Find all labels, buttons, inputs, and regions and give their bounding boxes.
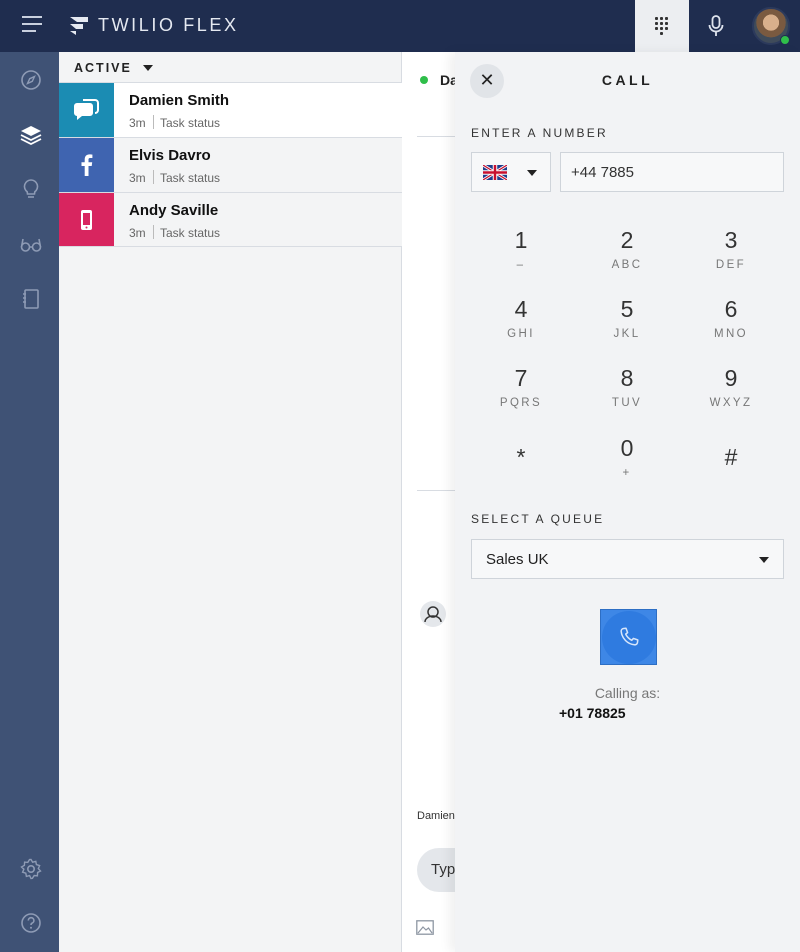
task-list-panel: ACTIVE Damien Smith 3m Task status Elvis… bbox=[59, 52, 402, 952]
divider bbox=[153, 225, 154, 239]
key-letters: + bbox=[622, 467, 632, 479]
image-attach-icon[interactable] bbox=[416, 920, 434, 935]
side-nav bbox=[0, 52, 59, 952]
call-button-circle bbox=[602, 611, 656, 664]
key-digit: 0 bbox=[620, 435, 634, 461]
key-digit: 7 bbox=[514, 365, 528, 391]
key-letters: DEF bbox=[715, 259, 747, 271]
user-icon bbox=[420, 601, 446, 627]
divider bbox=[59, 246, 402, 247]
dialpad-button[interactable] bbox=[635, 0, 689, 52]
help-icon[interactable] bbox=[20, 912, 42, 934]
phone-number-input[interactable] bbox=[560, 152, 784, 192]
country-code-select[interactable] bbox=[471, 152, 551, 192]
dialer-title: CALL bbox=[601, 72, 654, 88]
key-letters: WXYZ bbox=[709, 397, 753, 409]
dial-key-star[interactable]: * bbox=[481, 441, 561, 503]
settings-gear-icon[interactable] bbox=[20, 858, 42, 880]
message-author: Damien bbox=[417, 810, 455, 822]
key-digit: 4 bbox=[514, 296, 528, 322]
glasses-icon[interactable] bbox=[20, 233, 42, 255]
chat-channel-icon bbox=[59, 83, 114, 137]
dialer-panel: ✕ CALL ENTER A NUMBER 1 – 2 ABC 3 DEF bbox=[455, 52, 800, 952]
notebook-icon[interactable] bbox=[20, 288, 42, 310]
dial-key-3[interactable]: 3 DEF bbox=[691, 224, 771, 286]
dial-key-2[interactable]: 2 ABC bbox=[587, 224, 667, 286]
online-status-indicator bbox=[780, 35, 790, 45]
flex-app: TWILIO FLEX ACTIVE Damien Smith 3m Task … bbox=[0, 0, 800, 952]
mobile-sms-channel-icon bbox=[59, 193, 114, 247]
key-digit: * bbox=[516, 444, 526, 470]
dial-key-0[interactable]: 0 + bbox=[587, 432, 667, 494]
task-filter-label[interactable]: ACTIVE bbox=[74, 61, 132, 75]
lightbulb-icon[interactable] bbox=[20, 178, 42, 200]
brand-title: TWILIO FLEX bbox=[98, 15, 239, 35]
layers-icon[interactable] bbox=[20, 124, 42, 146]
key-letters: – bbox=[516, 259, 526, 271]
task-status: Task status bbox=[160, 171, 221, 185]
uk-flag-icon bbox=[483, 165, 507, 180]
top-bar: TWILIO FLEX bbox=[0, 0, 800, 52]
key-letters: JKL bbox=[613, 328, 641, 340]
task-contact-name: Andy Saville bbox=[129, 202, 219, 219]
key-digit: 1 bbox=[514, 227, 528, 253]
queue-selected-value: Sales UK bbox=[486, 551, 549, 568]
task-status: Task status bbox=[160, 116, 221, 130]
dial-key-6[interactable]: 6 MNO bbox=[691, 293, 771, 355]
dial-key-4[interactable]: 4 GHI bbox=[481, 293, 561, 355]
facebook-channel-icon bbox=[59, 138, 114, 192]
message-input-placeholder: Typ bbox=[431, 861, 456, 878]
key-digit: 5 bbox=[620, 296, 634, 322]
key-digit: 3 bbox=[724, 227, 738, 253]
dial-key-8[interactable]: 8 TUV bbox=[587, 362, 667, 424]
calling-as-label: Calling as: bbox=[594, 685, 661, 701]
twilio-flex-logo bbox=[70, 17, 88, 35]
key-letters: ABC bbox=[611, 259, 643, 271]
dial-key-7[interactable]: 7 PQRS bbox=[481, 362, 561, 424]
chevron-down-icon bbox=[759, 557, 769, 563]
menu-icon[interactable] bbox=[22, 16, 42, 34]
queue-select[interactable]: Sales UK bbox=[471, 539, 784, 579]
key-digit: 8 bbox=[620, 365, 634, 391]
key-letters: PQRS bbox=[499, 397, 543, 409]
divider bbox=[153, 115, 154, 129]
task-item[interactable]: Damien Smith 3m Task status bbox=[59, 82, 402, 137]
task-item[interactable]: Elvis Davro 3m Task status bbox=[59, 137, 402, 192]
dial-key-5[interactable]: 5 JKL bbox=[587, 293, 667, 355]
call-button[interactable] bbox=[600, 609, 657, 665]
task-item[interactable]: Andy Saville 3m Task status bbox=[59, 192, 402, 247]
key-letters: TUV bbox=[611, 397, 643, 409]
task-age: 3m bbox=[129, 226, 146, 240]
conversation-panel: Da Damien Typ bbox=[402, 52, 477, 952]
online-status-dot bbox=[420, 76, 428, 84]
chevron-down-icon[interactable] bbox=[143, 65, 153, 71]
calling-as-number: +01 78825 bbox=[559, 705, 626, 721]
task-age: 3m bbox=[129, 171, 146, 185]
chevron-down-icon bbox=[527, 170, 537, 176]
microphone-icon[interactable] bbox=[706, 14, 726, 38]
dial-key-1[interactable]: 1 – bbox=[481, 224, 561, 286]
key-digit: 6 bbox=[724, 296, 738, 322]
dial-key-9[interactable]: 9 WXYZ bbox=[691, 362, 771, 424]
task-contact-name: Elvis Davro bbox=[129, 147, 211, 164]
key-digit: 9 bbox=[724, 365, 738, 391]
key-digit: # bbox=[724, 444, 738, 470]
task-status: Task status bbox=[160, 226, 221, 240]
compass-icon[interactable] bbox=[20, 69, 42, 91]
task-age: 3m bbox=[129, 116, 146, 130]
task-contact-name: Damien Smith bbox=[129, 92, 230, 109]
key-letters: GHI bbox=[507, 328, 535, 340]
select-queue-label: SELECT A QUEUE bbox=[471, 512, 605, 526]
enter-number-label: ENTER A NUMBER bbox=[471, 126, 608, 140]
divider bbox=[153, 170, 154, 184]
key-digit: 2 bbox=[620, 227, 634, 253]
dial-key-hash[interactable]: # bbox=[691, 441, 771, 503]
phone-icon bbox=[620, 627, 639, 646]
key-letters: MNO bbox=[713, 328, 749, 340]
dialpad-icon bbox=[655, 17, 669, 35]
